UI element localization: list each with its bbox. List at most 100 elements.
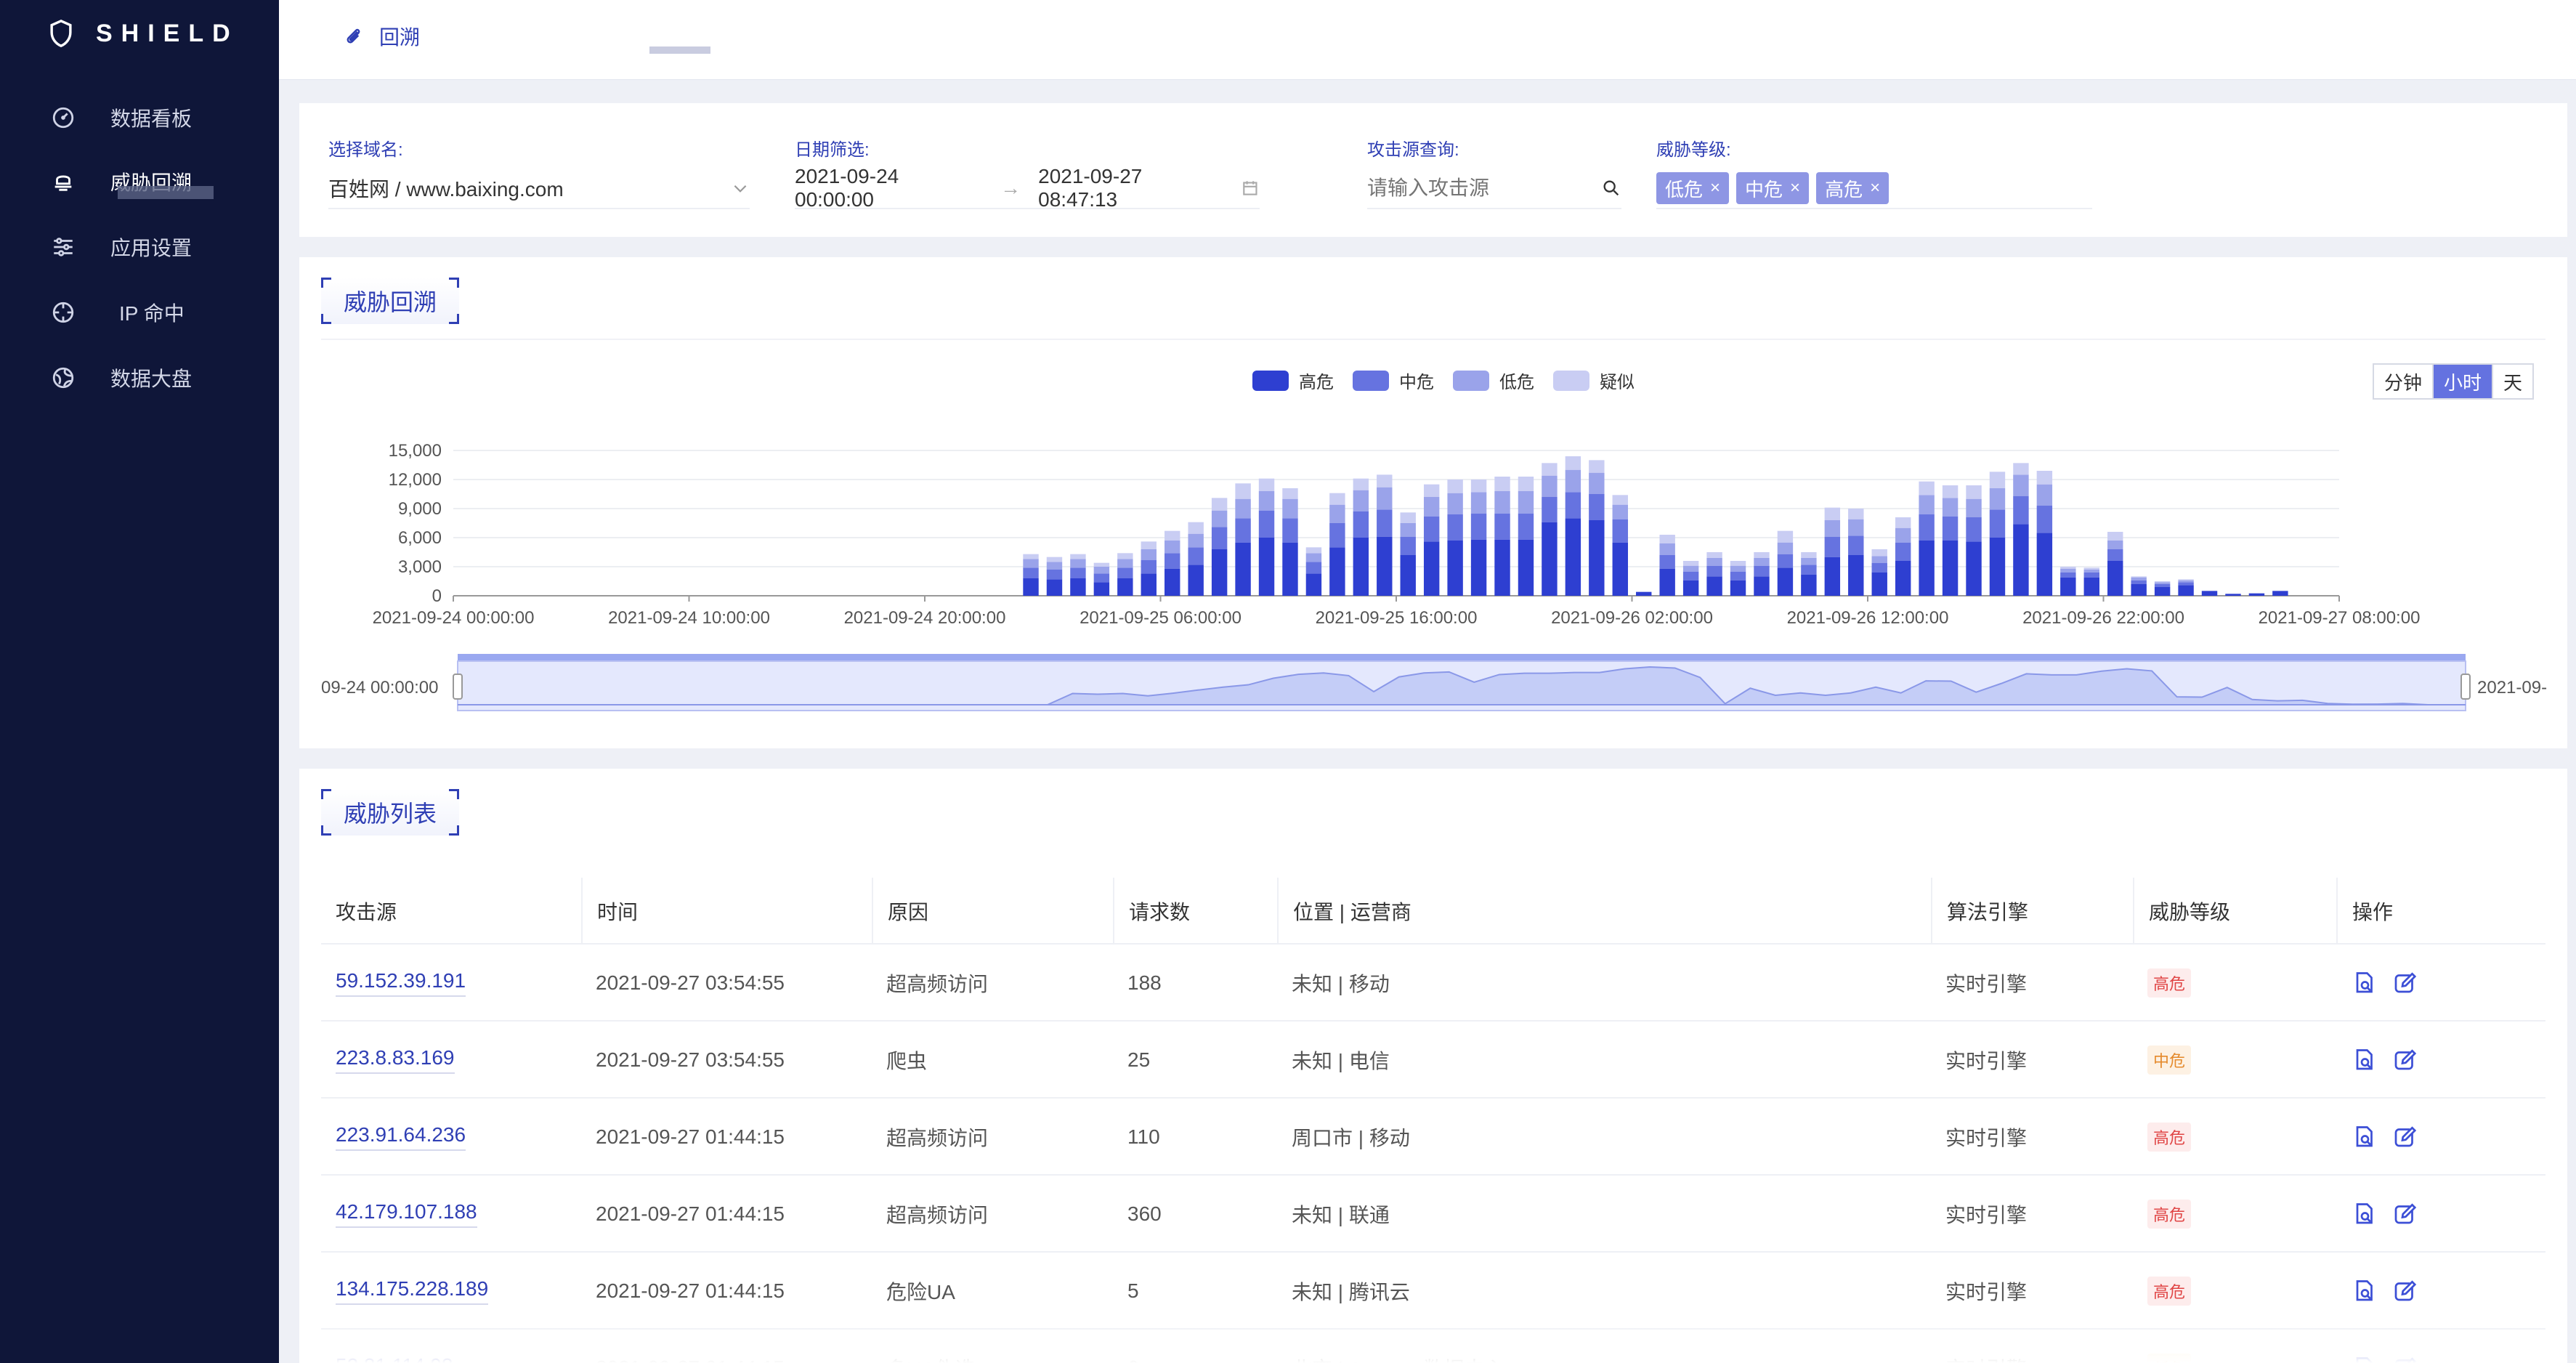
- edit-icon[interactable]: [2391, 1278, 2418, 1304]
- bar-3-11: [1282, 488, 1298, 499]
- bar-2-41: [1989, 488, 2006, 510]
- breadcrumb[interactable]: 回溯: [343, 22, 420, 51]
- cell-actions: [2336, 945, 2432, 1022]
- attack-source-link[interactable]: 52.81.114.98: [336, 1354, 453, 1363]
- bar-0-35: [1848, 555, 1864, 596]
- bar-3-46: [2107, 532, 2123, 541]
- detail-search-icon[interactable]: [2351, 970, 2377, 996]
- bar-0-11: [1282, 542, 1298, 596]
- close-icon[interactable]: ×: [1790, 178, 1800, 198]
- domain-select[interactable]: 百姓网 / www.baixing.com: [328, 169, 750, 209]
- bar-1-1: [1046, 570, 1063, 580]
- close-icon[interactable]: ×: [1870, 178, 1880, 198]
- bar-1-36: [1871, 562, 1887, 573]
- detail-search-icon[interactable]: [2351, 1124, 2377, 1150]
- cell-source: 42.179.107.188: [321, 1176, 477, 1253]
- attack-source-link[interactable]: 223.91.64.236: [336, 1123, 466, 1151]
- cell-engine: 实时引擎: [1945, 973, 2028, 995]
- bar-0-45: [2083, 577, 2099, 596]
- attack-source-link[interactable]: 223.8.83.169: [336, 1046, 455, 1074]
- col-engine: 算法引擎: [1931, 878, 2133, 945]
- level-chip-mid[interactable]: 中危 ×: [1736, 172, 1810, 204]
- attack-source-link[interactable]: 42.179.107.188: [336, 1200, 477, 1228]
- edit-icon[interactable]: [2391, 1201, 2418, 1227]
- bar-1-24: [1589, 494, 1605, 520]
- cell-time: 2021-09-27 03:54:55: [596, 971, 785, 994]
- zoom-handle-left: [453, 674, 463, 700]
- zoom-handle-right: [2460, 674, 2471, 700]
- bar-3-0: [1023, 554, 1039, 559]
- bar-0-53: [2272, 591, 2288, 596]
- source-search[interactable]: [1367, 169, 1621, 209]
- bar-2-27: [1659, 543, 1675, 555]
- edit-icon[interactable]: [2391, 1124, 2418, 1150]
- legend-item-suspect[interactable]: 疑似: [1553, 368, 1635, 393]
- bar-0-49: [2178, 585, 2194, 596]
- granularity-minute[interactable]: 分钟: [2374, 365, 2434, 398]
- level-chip-low[interactable]: 低危 ×: [1656, 172, 1730, 204]
- sidebar-item-data-screen[interactable]: 数据大盘: [51, 356, 192, 400]
- bar-1-15: [1377, 509, 1393, 537]
- bar-0-34: [1824, 557, 1841, 596]
- sidebar-item-app-settings[interactable]: 应用设置: [51, 225, 192, 269]
- table-row: 223.91.64.236 2021-09-27 01:44:15 超高频访问 110…: [321, 1099, 2545, 1176]
- bar-2-19: [1470, 492, 1487, 514]
- granularity-hour[interactable]: 小时: [2433, 365, 2493, 398]
- col-reason: 原因: [872, 878, 1113, 945]
- bar-3-7: [1188, 522, 1204, 534]
- bar-0-2: [1070, 578, 1086, 596]
- bar-1-40: [1966, 517, 1982, 542]
- attack-source-link[interactable]: 134.175.228.189: [336, 1277, 489, 1305]
- bar-2-17: [1423, 497, 1440, 517]
- attack-source-link[interactable]: 59.152.39.191: [336, 969, 466, 997]
- date-range-picker[interactable]: 2021-09-24 00:00:00 → 2021-09-27 08:47:1…: [795, 165, 1260, 211]
- bar-1-39: [1942, 516, 1959, 541]
- sidebar-item-ip-hit[interactable]: IP 命中: [51, 291, 185, 334]
- bar-0-24: [1589, 520, 1605, 596]
- bar-3-36: [1871, 549, 1887, 557]
- bar-1-16: [1400, 536, 1416, 555]
- x-tick-label: 2021-09-25 06:00:00: [1080, 608, 1242, 628]
- cell-location: 未知 | 腾讯云: [1292, 1281, 1410, 1303]
- bar-0-52: [2248, 593, 2265, 596]
- cell-engine: 实时引擎: [1945, 1050, 2028, 1072]
- edit-icon[interactable]: [2391, 970, 2418, 996]
- bar-2-22: [1542, 475, 1558, 497]
- close-icon[interactable]: ×: [1710, 178, 1720, 198]
- bar-0-4: [1117, 578, 1133, 596]
- bar-0-8: [1211, 549, 1228, 596]
- level-chip-high[interactable]: 高危 ×: [1816, 172, 1890, 204]
- detail-search-icon[interactable]: [2351, 1355, 2377, 1363]
- sidebar-item-dashboard[interactable]: 数据看板: [51, 96, 192, 139]
- breadcrumb-label: 回溯: [379, 26, 421, 49]
- granularity-day[interactable]: 天: [2493, 365, 2532, 398]
- bar-1-5: [1141, 559, 1157, 574]
- detail-search-icon[interactable]: [2351, 1047, 2377, 1073]
- chip-label: 高危: [1825, 178, 1863, 201]
- legend-item-mid[interactable]: 中危: [1353, 368, 1434, 393]
- cell-location: 未知 | 移动: [1292, 973, 1390, 995]
- edit-icon[interactable]: [2391, 1355, 2418, 1363]
- bar-2-1: [1046, 562, 1063, 570]
- bar-2-40: [1966, 498, 1982, 517]
- cell-reason: 超高频访问: [886, 1127, 989, 1149]
- bar-2-16: [1400, 523, 1416, 537]
- bar-0-44: [2060, 577, 2076, 596]
- col-source: 攻击源: [336, 901, 397, 923]
- search-icon[interactable]: [1601, 178, 1621, 198]
- edit-icon[interactable]: [2391, 1047, 2418, 1073]
- bar-3-23: [1565, 456, 1581, 470]
- bar-3-17: [1423, 484, 1440, 497]
- legend-item-low[interactable]: 低危: [1453, 368, 1534, 393]
- globe-icon: [52, 367, 74, 389]
- source-input[interactable]: [1367, 177, 1556, 200]
- legend-item-high[interactable]: 高危: [1252, 368, 1334, 393]
- bar-2-48: [2154, 582, 2171, 584]
- col-location: 位置 | 运营商: [1277, 878, 1931, 945]
- cell-source: 223.8.83.169: [321, 1022, 455, 1099]
- detail-search-icon[interactable]: [2351, 1278, 2377, 1304]
- bar-3-1: [1046, 557, 1063, 562]
- bar-3-31: [1754, 552, 1770, 558]
- detail-search-icon[interactable]: [2351, 1201, 2377, 1227]
- level-multiselect[interactable]: 低危 × 中危 × 高危 ×: [1656, 169, 2092, 209]
